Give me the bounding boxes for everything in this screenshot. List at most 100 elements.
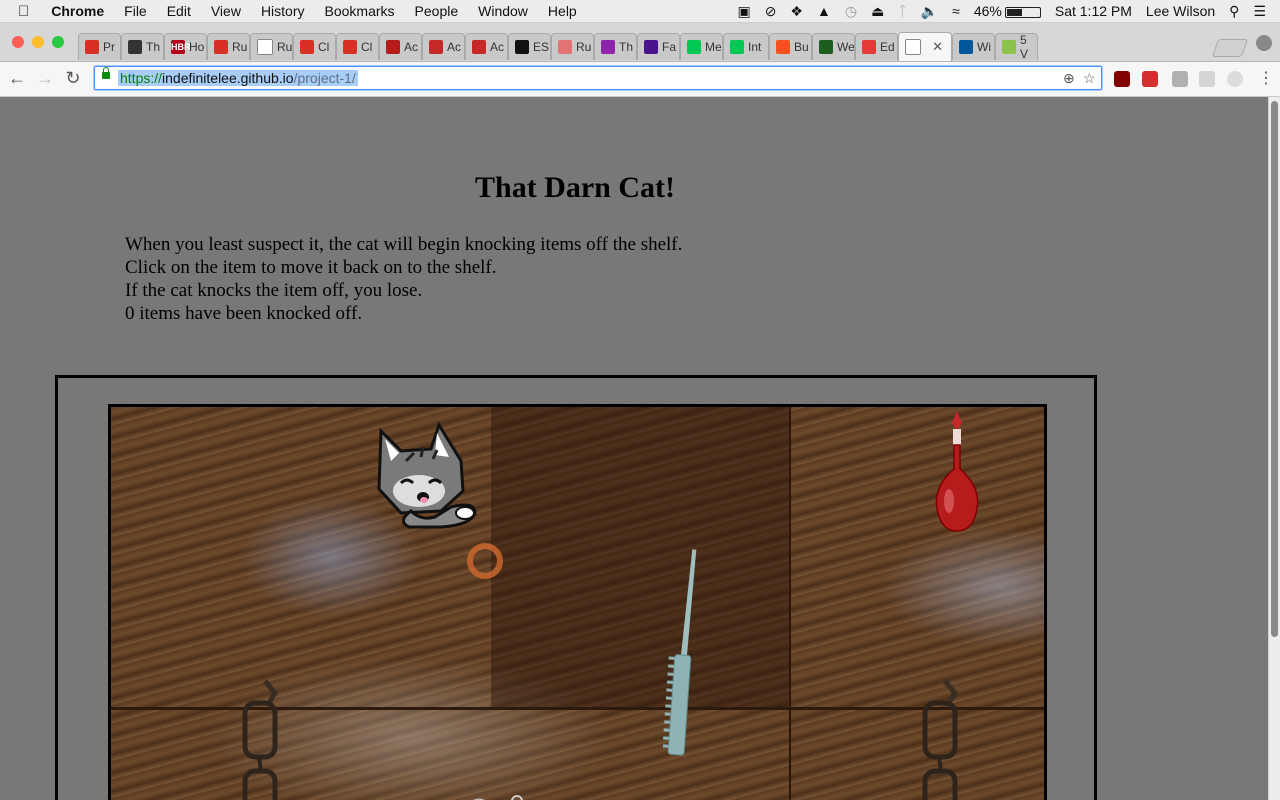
perfume-bottle-item[interactable]	[929, 409, 985, 537]
menu-bookmarks[interactable]: Bookmarks	[315, 3, 405, 19]
qr-extension-icon[interactable]	[1199, 71, 1215, 87]
browser-tab[interactable]: Ru	[551, 33, 594, 60]
web-page: That Darn Cat! When you least suspect it…	[0, 97, 1269, 800]
menu-window[interactable]: Window	[468, 3, 538, 19]
wifi-icon[interactable]: ≈	[945, 3, 967, 19]
browser-tab[interactable]: ES	[508, 33, 551, 60]
browser-tab[interactable]: Ed	[855, 33, 898, 60]
bluetooth-icon[interactable]: ᛏ	[891, 3, 913, 19]
apple-menu-icon[interactable]: 	[0, 3, 41, 20]
tab-favicon-icon	[386, 40, 400, 54]
tab-label: Ac	[490, 40, 505, 54]
page-scrollbar[interactable]	[1268, 97, 1280, 800]
dropbox-icon[interactable]: ❖	[783, 3, 810, 20]
maximize-window-button[interactable]	[52, 36, 64, 48]
browser-tab[interactable]: Wi	[952, 33, 995, 60]
browser-tab[interactable]: Ac	[422, 33, 465, 60]
glasses-item[interactable]	[915, 679, 967, 800]
tab-label: Pr	[103, 40, 115, 54]
user-name[interactable]: Lee Wilson	[1139, 3, 1222, 19]
tab-label: Ho	[189, 40, 205, 54]
menu-people[interactable]: People	[405, 3, 469, 19]
browser-tab[interactable]: Cl	[336, 33, 379, 60]
browser-tab[interactable]: Pr	[78, 33, 121, 60]
reload-button[interactable]: ↻	[63, 68, 83, 89]
menu-file[interactable]: File	[114, 3, 157, 19]
battery-icon[interactable]	[1004, 3, 1048, 19]
address-bar[interactable]: https://indefinitelee.github.io/project-…	[94, 66, 1102, 90]
tab-label: ES	[533, 40, 550, 54]
new-tab-button[interactable]	[1211, 39, 1249, 57]
menu-history[interactable]: History	[251, 3, 315, 19]
tab-favicon-icon	[558, 40, 572, 54]
tab-favicon-icon	[687, 40, 701, 54]
hair-tie-item[interactable]	[463, 539, 507, 583]
lastpass-extension-icon[interactable]	[1142, 71, 1158, 87]
back-button[interactable]: ←	[7, 68, 27, 89]
tab-favicon-icon	[300, 40, 314, 54]
ublock-extension-icon[interactable]	[1114, 71, 1130, 87]
tab-favicon-icon	[472, 40, 486, 54]
notification-center-icon[interactable]: ☰	[1246, 3, 1280, 20]
tab-label: Ac	[447, 40, 462, 54]
tab-label: Ru	[576, 40, 592, 54]
browser-tab[interactable]: Th	[594, 33, 637, 60]
menu-view[interactable]: View	[201, 3, 251, 19]
url-host: indefinitelee.github.io	[162, 70, 294, 86]
small-item[interactable]	[469, 787, 529, 800]
browser-tab[interactable]: Bu	[769, 33, 812, 60]
browser-tab[interactable]: Th	[121, 33, 164, 60]
app-menu[interactable]: Chrome	[41, 3, 114, 19]
tab-active[interactable]: ✕	[898, 32, 952, 61]
close-window-button[interactable]	[12, 36, 24, 48]
close-tab-icon[interactable]: ✕	[932, 39, 943, 55]
menu-help[interactable]: Help	[538, 3, 587, 19]
browser-tab[interactable]: HBR Ho	[164, 33, 207, 60]
browser-tab[interactable]: Ru	[207, 33, 250, 60]
time-machine-icon[interactable]: ◷	[838, 3, 864, 20]
eject-icon[interactable]: ⏏	[864, 3, 891, 20]
comb-item[interactable]	[663, 547, 703, 761]
tab-label: Th	[146, 40, 161, 54]
tab-favicon-icon	[644, 40, 658, 54]
tab-label: Int	[748, 40, 762, 54]
zoom-icon[interactable]: ⊕	[1063, 70, 1075, 87]
browser-tab[interactable]: Ru	[250, 33, 293, 60]
tab-favicon-icon	[819, 40, 833, 54]
tab-favicon-icon	[862, 40, 876, 54]
flame-icon[interactable]: ▲	[810, 3, 838, 19]
bookmark-star-icon[interactable]: ☆	[1083, 70, 1096, 87]
browser-tab[interactable]: Ac	[465, 33, 508, 60]
tab-favicon-icon	[128, 40, 142, 54]
extension-icon[interactable]	[1172, 71, 1188, 87]
instruction-line: Click on the item to move it back on to …	[125, 257, 497, 278]
do-not-disturb-icon[interactable]: ⊘	[758, 3, 784, 20]
tab-favicon-icon	[730, 40, 744, 54]
browser-tab[interactable]: Ac	[379, 33, 422, 60]
minimize-window-button[interactable]	[32, 36, 44, 48]
clock[interactable]: Sat 1:12 PM	[1048, 3, 1139, 19]
url-text[interactable]: https://indefinitelee.github.io/project-…	[118, 70, 358, 86]
lock-icon[interactable]	[102, 67, 110, 79]
spotlight-icon[interactable]: ⚲	[1222, 3, 1246, 20]
browser-tab[interactable]: We	[812, 33, 855, 60]
browser-tab[interactable]: 5 V	[995, 33, 1038, 60]
browser-tab[interactable]: Fa	[637, 33, 680, 60]
tab-label: Ac	[404, 40, 419, 54]
game-container	[55, 375, 1097, 800]
sync-extension-icon[interactable]	[1227, 71, 1243, 87]
browser-tab[interactable]: Int	[723, 33, 769, 60]
forward-button[interactable]: →	[35, 68, 55, 89]
glasses-item[interactable]	[235, 679, 287, 800]
volume-icon[interactable]: 🔈	[914, 3, 945, 20]
browser-tab[interactable]: Me	[680, 33, 723, 60]
menu-edit[interactable]: Edit	[157, 3, 201, 19]
scrollbar-thumb[interactable]	[1271, 101, 1278, 637]
browser-tab[interactable]: Cl	[293, 33, 336, 60]
battery-percent[interactable]: 46%	[967, 3, 1005, 19]
screen-icon[interactable]: ▣	[730, 3, 757, 20]
profile-icon[interactable]	[1256, 35, 1272, 51]
shelf-shadow	[491, 407, 791, 707]
tab-label: Fa	[662, 40, 677, 54]
chrome-menu-icon[interactable]: ⋮	[1256, 68, 1276, 88]
